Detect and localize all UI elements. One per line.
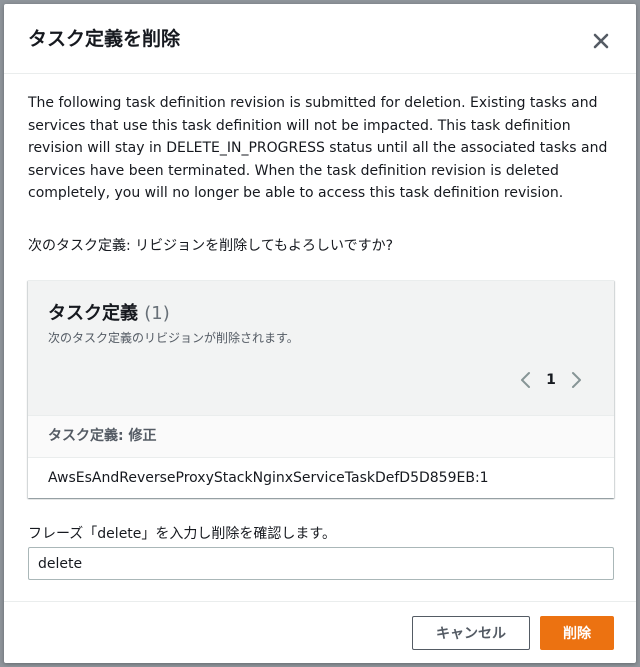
modal-footer: キャンセル 削除 — [4, 601, 636, 663]
panel-count: (1) — [144, 303, 170, 324]
previous-page-button[interactable] — [516, 369, 536, 391]
delete-button[interactable]: 削除 — [540, 616, 614, 650]
deletion-description: The following task definition revision i… — [28, 95, 608, 201]
confirm-question: 次のタスク定義: リビジョンを削除してもよろしいですか? — [28, 238, 394, 254]
chevron-left-icon — [521, 372, 530, 388]
next-page-button[interactable] — [566, 369, 586, 391]
close-button[interactable] — [588, 28, 614, 54]
column-header-revision: タスク定義: 修正 — [48, 428, 157, 444]
modal-title: タスク定義を削除 — [28, 28, 181, 50]
panel-title: タスク定義 (1) — [48, 301, 170, 327]
panel-title-text: タスク定義 — [48, 303, 138, 324]
panel-subtitle: 次のタスク定義のリビジョンが削除されます。 — [48, 331, 299, 345]
modal-header: タスク定義を削除 — [4, 4, 636, 74]
task-definition-panel: タスク定義 (1) 次のタスク定義のリビジョンが削除されます。 1 タスク定義:… — [28, 280, 614, 498]
table-column-header: タスク定義: 修正 — [28, 416, 614, 458]
pagination: 1 — [516, 369, 586, 391]
cancel-button[interactable]: キャンセル — [412, 616, 530, 650]
delete-task-definition-modal: タスク定義を削除 The following task definition r… — [4, 4, 636, 663]
confirm-phrase-label: フレーズ「delete」を入力し削除を確認します。 — [28, 526, 337, 542]
table-row: AwsEsAndReverseProxyStackNginxServiceTas… — [48, 470, 489, 486]
confirm-phrase-input[interactable] — [28, 547, 614, 580]
panel-header: タスク定義 (1) 次のタスク定義のリビジョンが削除されます。 1 — [28, 281, 614, 416]
current-page-number[interactable]: 1 — [536, 369, 566, 391]
close-icon — [593, 33, 609, 49]
chevron-right-icon — [572, 372, 581, 388]
